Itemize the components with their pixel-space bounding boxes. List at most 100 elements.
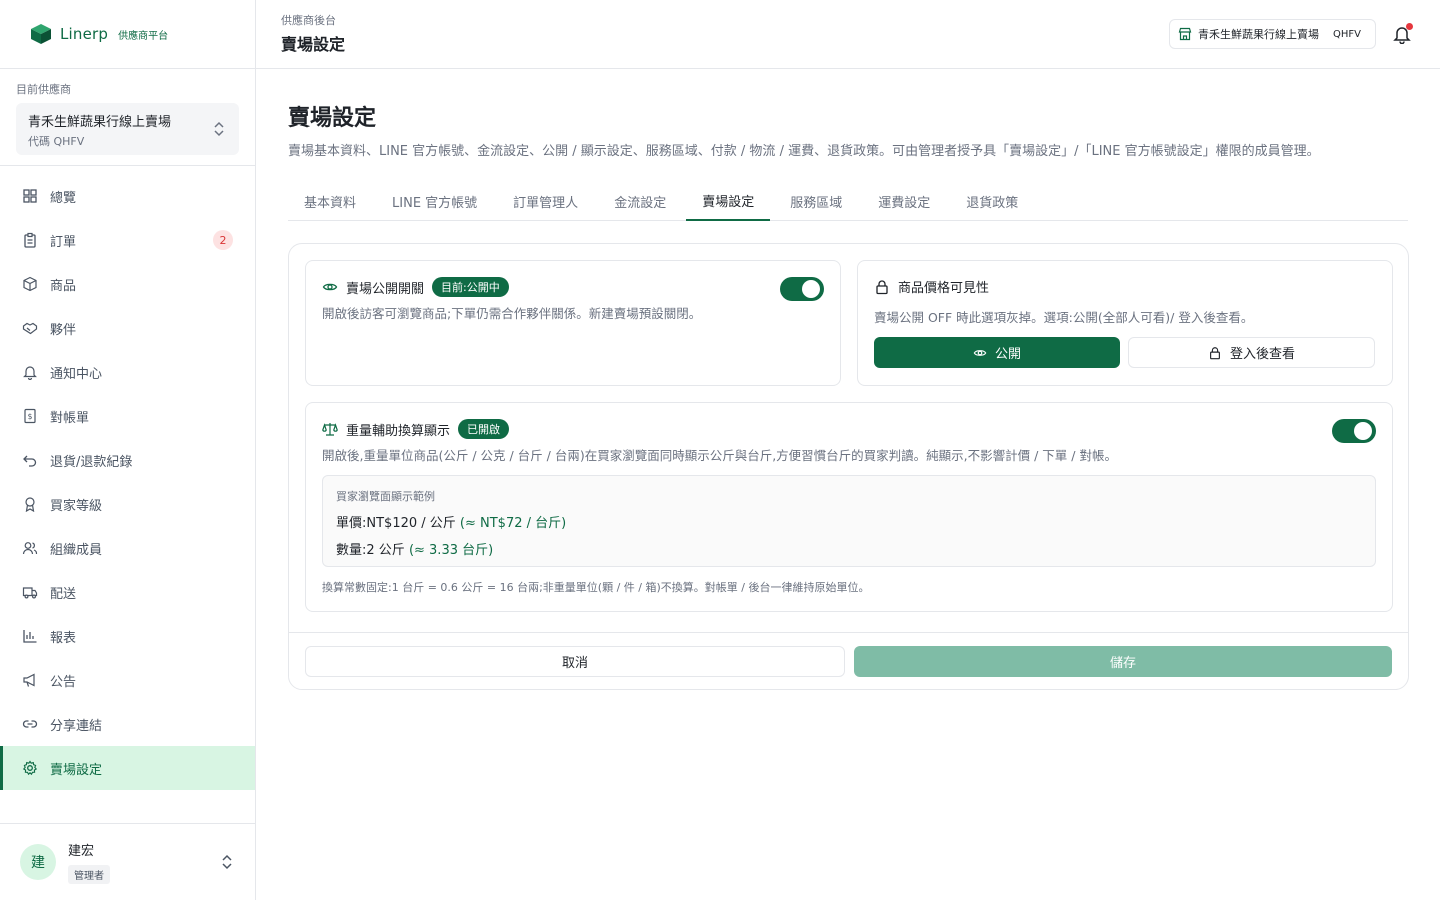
weight-conversion-toggle[interactable]	[1332, 419, 1376, 443]
visibility-login-option[interactable]: 登入後查看	[1128, 337, 1375, 368]
toggle-knob	[802, 280, 820, 298]
scale-icon	[322, 423, 338, 436]
sidebar-item-announcements[interactable]: 公告	[0, 658, 255, 702]
avatar: 建	[20, 844, 56, 880]
save-button[interactable]: 儲存	[854, 646, 1392, 677]
buyer-view-example: 買家瀏覽面顯示範例 單價:NT$120 / 公斤 (≈ NT$72 / 台斤) …	[322, 475, 1376, 567]
tab-service-areas[interactable]: 服務區域	[774, 181, 858, 221]
sidebar-item-orders[interactable]: 訂單 2	[0, 218, 255, 262]
settings-panel: 賣場公開開關 目前:公開中 開啟後訪客可瀏覽商品;下單仍需合作夥伴關係。新建賣場…	[288, 243, 1409, 690]
user-info: 建宏 管理者	[68, 840, 110, 884]
sidebar-item-statements[interactable]: $ 對帳單	[0, 394, 255, 438]
example-quantity-main: 數量:2 公斤	[336, 543, 405, 558]
weight-conversion-description: 開啟後,重量單位商品(公斤 / 公克 / 台斤 / 台兩)在買家瀏覽面同時顯示公…	[322, 448, 1117, 463]
weight-conversion-card: 重量輔助換算顯示 已開啟 開啟後,重量單位商品(公斤 / 公克 / 台斤 / 台…	[305, 402, 1393, 612]
tab-payment-settings[interactable]: 金流設定	[598, 181, 682, 221]
settings-tabs: 基本資料 LINE 官方帳號 訂單管理人 金流設定 賣場設定 服務區域 運費設定…	[288, 181, 1408, 221]
sidebar-item-label: 對帳單	[50, 410, 90, 426]
sidebar-item-label: 買家等級	[50, 498, 103, 514]
sidebar-item-store-settings[interactable]: 賣場設定	[0, 746, 255, 790]
price-visibility-card: 商品價格可見性 賣場公開 OFF 時此選項灰掉。選項:公開(全部人可看)/ 登入…	[857, 260, 1393, 386]
store-public-description: 開啟後訪客可瀏覽商品;下單仍需合作夥伴關係。新建賣場預設關閉。	[322, 306, 702, 321]
chevron-up-down-icon	[222, 854, 232, 870]
sidebar-item-label: 配送	[50, 586, 77, 602]
orders-count-badge: 2	[213, 230, 233, 250]
store-public-title: 賣場公開開關	[346, 281, 425, 297]
tab-order-managers[interactable]: 訂單管理人	[497, 181, 594, 221]
user-name: 建宏	[68, 844, 95, 859]
sidebar-item-members[interactable]: 組織成員	[0, 526, 255, 570]
example-caption: 買家瀏覽面顯示範例	[336, 490, 435, 503]
store-switcher[interactable]: 青禾生鮮蔬果行線上賣場 QHFV	[1169, 19, 1376, 49]
tab-store-settings[interactable]: 賣場設定	[686, 181, 771, 221]
vendor-name: 青禾生鮮蔬果行線上賣場	[28, 115, 172, 130]
top-header: 供應商後台 賣場設定 青禾生鮮蔬果行線上賣場 QHFV	[256, 0, 1440, 69]
user-menu[interactable]: 建 建宏 管理者	[0, 823, 255, 900]
brand-name: Linerp	[60, 25, 109, 43]
sidebar-item-label: 組織成員	[50, 542, 103, 558]
toggle-knob	[1354, 422, 1372, 440]
vendor-code: 代碼 QHFV	[28, 135, 85, 148]
box-icon	[23, 276, 37, 292]
cancel-button[interactable]: 取消	[305, 646, 845, 677]
store-public-toggle[interactable]	[780, 277, 824, 301]
tab-line-official-account[interactable]: LINE 官方帳號	[376, 181, 493, 221]
breadcrumb[interactable]: 供應商後台	[281, 12, 336, 28]
vendor-block: 目前供應商 青禾生鮮蔬果行線上賣場 代碼 QHFV	[0, 69, 255, 166]
visibility-public-option[interactable]: 公開	[874, 337, 1120, 368]
dashboard-icon	[23, 189, 37, 203]
sidebar-item-overview[interactable]: 總覽	[0, 174, 255, 218]
tab-return-policy[interactable]: 退貨政策	[950, 181, 1034, 221]
sidebar-item-notifications[interactable]: 通知中心	[0, 350, 255, 394]
svg-text:$: $	[28, 412, 33, 421]
page-description: 賣場基本資料、LINE 官方帳號、金流設定、公開 / 顯示設定、服務區域、付款 …	[288, 144, 1320, 159]
header-title: 賣場設定	[281, 35, 346, 54]
sidebar-item-returns[interactable]: 退貨/退款紀錄	[0, 438, 255, 482]
sidebar-item-label: 商品	[50, 278, 77, 294]
tab-basic-info[interactable]: 基本資料	[288, 181, 372, 221]
users-icon	[22, 542, 38, 555]
page-title: 賣場設定	[288, 106, 377, 131]
sidebar-item-buyer-tiers[interactable]: 買家等級	[0, 482, 255, 526]
handshake-icon	[22, 322, 38, 335]
brand[interactable]: Linerp 供應商平台	[0, 0, 255, 69]
example-price-main: 單價:NT$120 / 公斤	[336, 516, 456, 531]
sidebar-item-share-links[interactable]: 分享連結	[0, 702, 255, 746]
vendor-selector[interactable]: 青禾生鮮蔬果行線上賣場 代碼 QHFV	[16, 103, 239, 155]
weight-conversion-header: 重量輔助換算顯示 已開啟	[322, 419, 510, 439]
sidebar-nav: 總覽 訂單 2 商品 夥伴 通知中心 $ 對帳單 退貨/退款紀錄 買家等級 組織…	[0, 166, 255, 790]
gear-icon	[22, 760, 38, 776]
sidebar-item-label: 訂單	[50, 234, 77, 250]
weight-conversion-status-badge: 已開啟	[458, 419, 510, 439]
example-quantity-alt: (≈ 3.33 台斤)	[408, 543, 494, 558]
user-role-badge: 管理者	[68, 865, 110, 884]
main-content: 賣場設定 賣場基本資料、LINE 官方帳號、金流設定、公開 / 顯示設定、服務區…	[288, 100, 1409, 690]
sidebar-item-label: 退貨/退款紀錄	[50, 454, 133, 470]
sidebar-item-label: 夥伴	[50, 322, 77, 338]
example-quantity-line: 數量:2 公斤 (≈ 3.33 台斤)	[336, 539, 1362, 558]
store-public-status-badge: 目前:公開中	[432, 277, 509, 297]
store-name: 青禾生鮮蔬果行線上賣場	[1198, 28, 1320, 41]
sidebar-item-label: 通知中心	[50, 366, 103, 382]
sidebar-item-delivery[interactable]: 配送	[0, 570, 255, 614]
sidebar-item-label: 公告	[50, 674, 77, 690]
eye-icon	[973, 349, 987, 356]
bar-chart-icon	[23, 630, 37, 643]
conversion-note: 換算常數固定:1 台斤 = 0.6 公斤 = 16 台兩;非重量單位(顆 / 件…	[322, 581, 870, 594]
sidebar-item-products[interactable]: 商品	[0, 262, 255, 306]
receipt-icon: $	[24, 408, 36, 424]
sidebar-item-label: 報表	[50, 630, 77, 646]
price-visibility-description: 賣場公開 OFF 時此選項灰掉。選項:公開(全部人可看)/ 登入後查看。	[874, 310, 1254, 325]
undo-icon	[23, 455, 37, 467]
form-actions: 取消 儲存	[289, 632, 1408, 689]
sidebar-item-partners[interactable]: 夥伴	[0, 306, 255, 350]
sidebar-item-label: 賣場設定	[50, 762, 103, 778]
store-code: QHFV	[1333, 28, 1361, 40]
sidebar: Linerp 供應商平台 目前供應商 青禾生鮮蔬果行線上賣場 代碼 QHFV 總…	[0, 0, 256, 900]
clipboard-icon	[24, 232, 36, 248]
tab-shipping-fees[interactable]: 運費設定	[862, 181, 946, 221]
store-public-card: 賣場公開開關 目前:公開中 開啟後訪客可瀏覽商品;下單仍需合作夥伴關係。新建賣場…	[305, 260, 841, 386]
sidebar-item-reports[interactable]: 報表	[0, 614, 255, 658]
megaphone-icon	[23, 673, 35, 687]
store-icon	[1178, 27, 1192, 41]
